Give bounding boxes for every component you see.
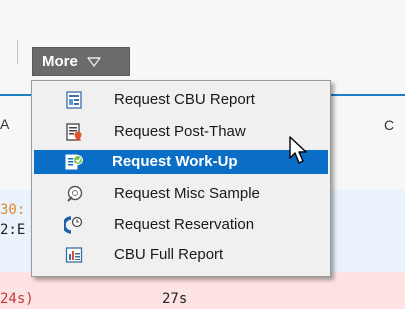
table-row[interactable] <box>0 272 405 309</box>
menu-item-request-post-thaw[interactable]: Request Post-Thaw <box>34 120 328 144</box>
row-cell-text: 2:E <box>0 222 26 238</box>
cbu-report-icon <box>66 91 82 109</box>
menu-item-label: Request Post-Thaw <box>114 123 246 140</box>
post-thaw-icon <box>66 123 82 141</box>
reservation-icon <box>64 216 83 234</box>
menu-item-cbu-full-report[interactable]: CBU Full Report <box>34 243 328 267</box>
work-up-icon <box>65 154 83 170</box>
chevron-down-icon <box>87 56 101 67</box>
column-header-left: A <box>0 116 10 132</box>
menu-item-request-cbu-report[interactable]: Request CBU Report <box>34 88 328 112</box>
menu-item-request-work-up[interactable]: Request Work-Up <box>34 150 328 174</box>
menu-item-label: Request Work-Up <box>112 153 238 170</box>
full-report-icon <box>65 247 83 263</box>
menu-item-label: Request Reservation <box>114 216 255 233</box>
more-button[interactable]: More <box>32 47 130 76</box>
toolbar-divider <box>17 40 18 64</box>
column-header-right: C <box>384 117 395 133</box>
row-cell-text: 24s) <box>0 291 34 307</box>
misc-sample-icon <box>67 185 83 202</box>
menu-item-request-reservation[interactable]: Request Reservation <box>34 213 328 237</box>
menu-item-label: CBU Full Report <box>114 246 224 263</box>
row-cell-value: 27s <box>162 291 188 307</box>
more-button-label: More <box>42 53 78 70</box>
mouse-cursor-icon <box>289 136 307 164</box>
menu-item-label: Request Misc Sample <box>114 185 260 202</box>
more-dropdown-menu: Request CBU Report Request Post-Thaw Req… <box>31 80 331 277</box>
menu-item-label: Request CBU Report <box>114 91 255 108</box>
row-cell-text: 30: <box>0 202 26 218</box>
menu-item-request-misc-sample[interactable]: Request Misc Sample <box>34 182 328 206</box>
